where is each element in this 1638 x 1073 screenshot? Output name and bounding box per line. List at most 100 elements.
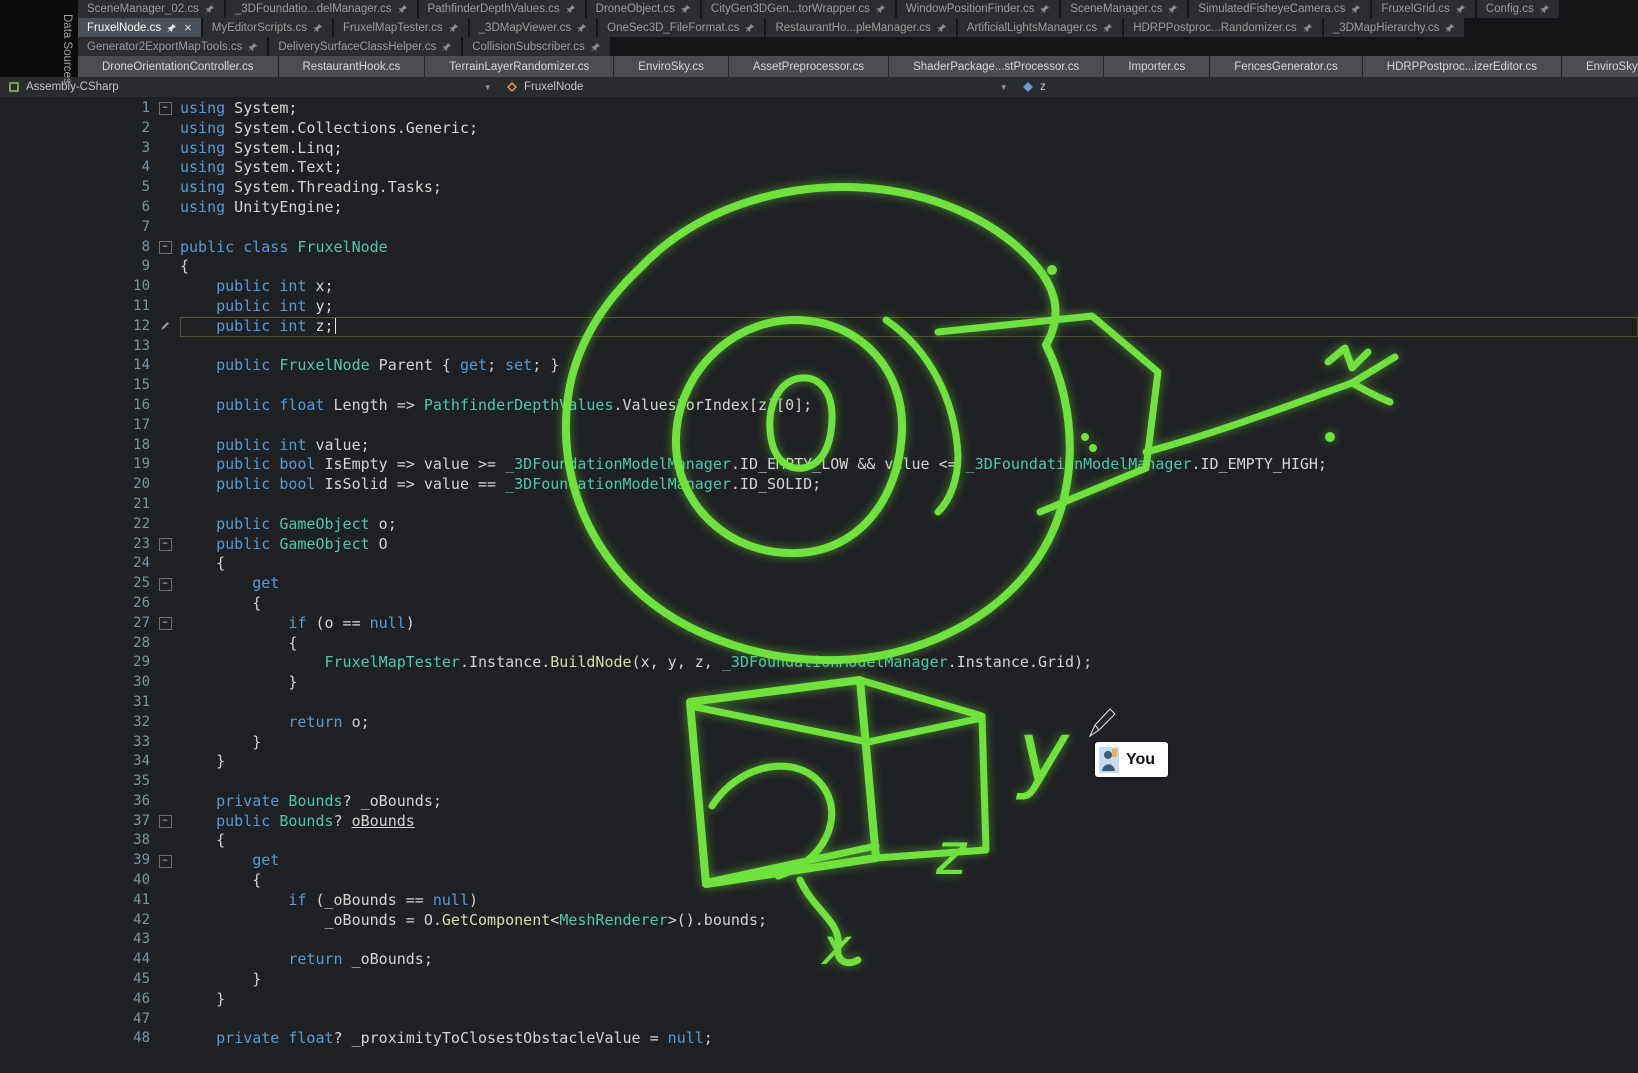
data-sources-tab[interactable]: Data Sources (57, 14, 77, 114)
editor-tab[interactable]: DeliverySurfaceClassHelper.cs (269, 37, 461, 56)
code-line[interactable]: 4using System.Text; (0, 158, 1638, 178)
code-line[interactable]: 27− if (o == null) (0, 614, 1638, 634)
code-line[interactable]: 29 FruxelMapTester.Instance.BuildNode(x,… (0, 653, 1638, 673)
editor-tab[interactable]: AssetPreprocessor.cs (729, 56, 888, 77)
editor-tab[interactable]: RestaurantHook.cs (279, 56, 425, 77)
editor-tab[interactable]: Importer.cs (1104, 56, 1209, 77)
code-line[interactable]: 10 public int x; (0, 277, 1638, 297)
code-line[interactable]: 15 (0, 376, 1638, 396)
code-line[interactable]: 14 public FruxelNode Parent { get; set; … (0, 356, 1638, 376)
code-line[interactable]: 39− get (0, 851, 1638, 871)
code-line[interactable]: 43 (0, 930, 1638, 950)
code-line[interactable]: 44 return _oBounds; (0, 950, 1638, 970)
code-line[interactable]: 23− public GameObject O (0, 535, 1638, 555)
pin-icon[interactable] (937, 23, 947, 33)
pin-icon[interactable] (681, 4, 691, 14)
pin-icon[interactable] (745, 23, 755, 33)
editor-tab[interactable]: SimulatedFisheyeCamera.cs (1189, 0, 1370, 18)
code-line[interactable]: 16 public float Length => PathfinderDept… (0, 396, 1638, 416)
editor-tab[interactable]: TerrainLayerRandomizer.cs (425, 56, 613, 77)
pin-icon[interactable] (1103, 23, 1113, 33)
code-line[interactable]: 42 _oBounds = O.GetComponent<MeshRendere… (0, 911, 1638, 931)
pin-icon[interactable] (167, 23, 177, 33)
code-line[interactable]: 45 } (0, 970, 1638, 990)
code-line[interactable]: 32 return o; (0, 713, 1638, 733)
code-line[interactable]: 46 } (0, 990, 1638, 1010)
code-line[interactable]: 5using System.Threading.Tasks; (0, 178, 1638, 198)
member-dropdown[interactable]: z (1014, 77, 1638, 97)
fold-collapse-icon[interactable]: − (159, 538, 172, 551)
pin-icon[interactable] (577, 23, 587, 33)
editor-tab[interactable]: Config.cs (1477, 0, 1559, 18)
code-line[interactable]: 12 public int z; (0, 317, 1638, 337)
code-line[interactable]: 22 public GameObject o; (0, 515, 1638, 535)
pin-icon[interactable] (1303, 23, 1313, 33)
code-line[interactable]: 31 (0, 693, 1638, 713)
editor-tab[interactable]: CityGen3DGen...torWrapper.cs (702, 0, 895, 18)
code-line[interactable]: 37− public Bounds? oBounds (0, 812, 1638, 832)
code-line[interactable]: 2using System.Collections.Generic; (0, 119, 1638, 139)
fold-collapse-icon[interactable]: − (159, 855, 172, 868)
code-line[interactable]: 34 } (0, 752, 1638, 772)
code-line[interactable]: 20 public bool IsSolid => value == _3DFo… (0, 475, 1638, 495)
code-line[interactable]: 17 (0, 416, 1638, 436)
pin-icon[interactable] (449, 23, 459, 33)
code-line[interactable]: 13 (0, 337, 1638, 357)
pin-icon[interactable] (1168, 4, 1178, 14)
code-line[interactable]: 38 { (0, 831, 1638, 851)
editor-tab[interactable]: SceneManager.cs (1061, 0, 1187, 18)
code-line[interactable]: 8−public class FruxelNode (0, 238, 1638, 258)
fold-collapse-icon[interactable]: − (159, 617, 172, 630)
editor-tab[interactable]: FruxelGrid.cs (1372, 0, 1474, 18)
editor-tab[interactable]: HDRPPostproc...izerEditor.cs (1363, 56, 1561, 77)
editor-tab[interactable]: DroneOrientationController.cs (78, 56, 278, 77)
pin-icon[interactable] (398, 4, 408, 14)
editor-tab[interactable]: ShaderPackage...stProcessor.cs (889, 56, 1103, 77)
editor-tab[interactable]: PathfinderDepthValues.cs (419, 0, 585, 18)
code-line[interactable]: 26 { (0, 594, 1638, 614)
pin-icon[interactable] (205, 4, 215, 14)
editor-tab[interactable]: DroneObject.cs (587, 0, 700, 18)
pin-icon[interactable] (1040, 4, 1050, 14)
editor-tab-active[interactable]: FruxelNode.cs× (78, 18, 201, 37)
code-line[interactable]: 30 } (0, 673, 1638, 693)
pin-icon[interactable] (566, 4, 576, 14)
pin-icon[interactable] (1456, 4, 1466, 14)
pin-icon[interactable] (591, 42, 601, 52)
code-line[interactable]: 24 { (0, 554, 1638, 574)
editor-tab[interactable]: ArtificialLightsManager.cs (958, 18, 1122, 37)
code-line[interactable]: 48 private float? _proximityToClosestObs… (0, 1029, 1638, 1049)
editor-tab[interactable]: Generator2ExportMapTools.cs (78, 37, 267, 56)
fold-collapse-icon[interactable]: − (159, 241, 172, 254)
editor-tab[interactable]: EnviroSkyMgr.cs (1562, 56, 1638, 77)
fold-collapse-icon[interactable]: − (159, 578, 172, 591)
code-editor[interactable]: 1−using System;2using System.Collections… (0, 97, 1638, 1073)
code-line[interactable]: 7 (0, 218, 1638, 238)
editor-tab[interactable]: MyEditorScripts.cs (203, 18, 332, 37)
pin-icon[interactable] (876, 4, 886, 14)
editor-tab[interactable]: RestaurantHo...pleManager.cs (766, 18, 955, 37)
code-line[interactable]: 6using UnityEngine; (0, 198, 1638, 218)
editor-tab[interactable]: FencesGenerator.cs (1210, 56, 1362, 77)
code-line[interactable]: 28 { (0, 634, 1638, 654)
editor-tab[interactable]: EnviroSky.cs (614, 56, 728, 77)
code-line[interactable]: 41 if (_oBounds == null) (0, 891, 1638, 911)
code-line[interactable]: 1−using System; (0, 99, 1638, 119)
pin-icon[interactable] (1445, 23, 1455, 33)
editor-tab[interactable]: _3DMapHierarchy.cs (1324, 18, 1465, 37)
code-line[interactable]: 40 { (0, 871, 1638, 891)
code-line[interactable]: 35 (0, 772, 1638, 792)
editor-tab[interactable]: OneSec3D_FileFormat.cs (598, 18, 764, 37)
editor-tab[interactable]: HDRPPostproc...Randomizer.cs (1124, 18, 1322, 37)
pin-icon[interactable] (248, 42, 258, 52)
pin-icon[interactable] (1540, 4, 1550, 14)
code-line[interactable]: 19 public bool IsEmpty => value >= _3DFo… (0, 455, 1638, 475)
pin-icon[interactable] (313, 23, 323, 33)
fold-collapse-icon[interactable]: − (159, 815, 172, 828)
code-line[interactable]: 47 (0, 1010, 1638, 1030)
editor-tab[interactable]: SceneManager_02.cs (78, 0, 224, 18)
editor-tab[interactable]: _3DMapViewer.cs (470, 18, 596, 37)
code-line[interactable]: 25− get (0, 574, 1638, 594)
editor-tab[interactable]: CollisionSubscriber.cs (463, 37, 610, 56)
code-line[interactable]: 9{ (0, 257, 1638, 277)
